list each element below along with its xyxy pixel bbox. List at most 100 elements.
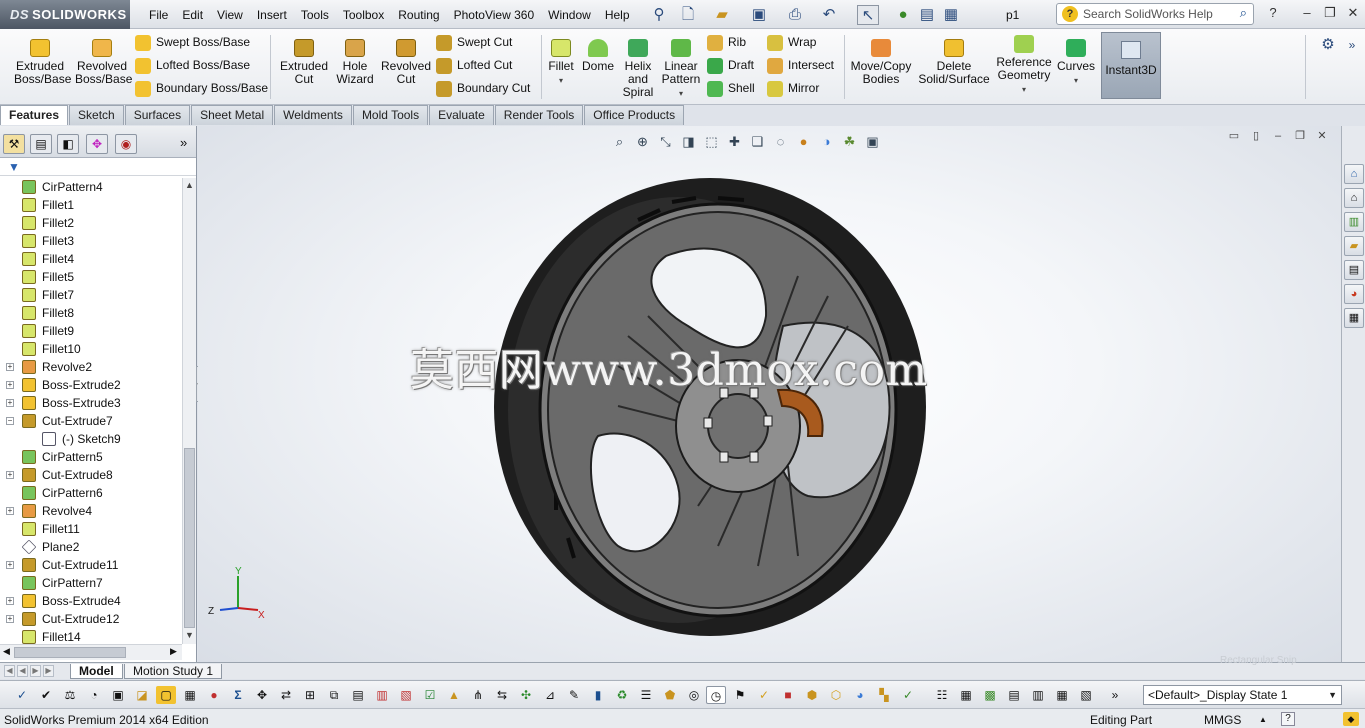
tree-item[interactable]: + Cut-Extrude12 (0, 610, 182, 628)
tab-features[interactable]: Features (0, 105, 69, 125)
geometry-analysis-icon[interactable]: ✣ (516, 686, 536, 704)
chevron-down-icon[interactable]: ▼ (1328, 686, 1337, 704)
propertymanager-tab-icon[interactable]: ▤ (30, 134, 52, 154)
undo-icon[interactable]: ↶ (820, 5, 838, 25)
more-tabs-icon[interactable]: » (180, 135, 187, 150)
edit-color-icon[interactable]: ■ (778, 686, 798, 704)
design-check-icon[interactable]: ☰ (636, 686, 656, 704)
tree-item[interactable]: + Boss-Extrude4 (0, 592, 182, 610)
feature-works-icon[interactable]: ● (204, 686, 224, 704)
tree-item[interactable]: + Revolve4 (0, 502, 182, 520)
expand-icon[interactable]: + (6, 471, 14, 479)
rebuild-icon[interactable]: ● (896, 5, 910, 25)
pattern-dropdown-icon[interactable]: ▾ (679, 89, 683, 98)
tree-item[interactable]: − Cut-Extrude7 (0, 412, 182, 430)
mirror-button[interactable]: Mirror (767, 78, 819, 98)
interference-icon[interactable]: ✥ (252, 686, 272, 704)
help-icon[interactable]: ? (1264, 5, 1282, 23)
move-copy-bodies-button[interactable]: Move/Copy Bodies (850, 39, 912, 86)
revision-table-icon[interactable]: ▤ (1004, 686, 1024, 704)
view-palette-icon[interactable]: ▤ (1344, 260, 1364, 280)
photoview-icon[interactable]: ⬡ (826, 686, 846, 704)
tab-office-products[interactable]: Office Products (584, 105, 685, 125)
menu-window[interactable]: Window (541, 0, 598, 29)
scroll-down-icon[interactable]: ▼ (185, 630, 194, 640)
graphics-area[interactable]: ⌕ ⊕ ⤡ ◨ ⬚ ✚ ❑ ◌ ● ◑ ☘ ▣ ▭ ▯ – ❐ ✕ 莫西网www… (198, 126, 1341, 662)
measure-icon[interactable]: ⚖ (60, 686, 80, 704)
new-document-icon[interactable]: 🗋 (678, 5, 698, 25)
tag-icon[interactable]: ◆ (1343, 712, 1359, 726)
tree-item[interactable]: Fillet8 (0, 304, 182, 322)
extruded-cut-button[interactable]: Extruded Cut (278, 39, 330, 86)
weld-table-icon[interactable]: ▥ (1028, 686, 1048, 704)
section-properties-icon[interactable]: ▣ (108, 686, 128, 704)
tab-mold-tools[interactable]: Mold Tools (352, 105, 429, 125)
layout-icon[interactable]: ☷ (932, 686, 952, 704)
instant3d-button[interactable]: Instant3D (1101, 32, 1161, 99)
prev-tab-icon[interactable]: ◀ (17, 665, 28, 677)
mass-properties-icon[interactable]: ◔ (84, 686, 104, 704)
menu-photoview[interactable]: PhotoView 360 (447, 0, 542, 29)
equation-sum-icon[interactable]: Σ (228, 686, 248, 704)
tree-item[interactable]: CirPattern5 (0, 448, 182, 466)
collapse-icon[interactable]: − (6, 417, 14, 425)
configurationmanager-tab-icon[interactable]: ◧ (57, 134, 79, 154)
dimxpert-icon[interactable]: ◎ (684, 686, 704, 704)
tree-item[interactable]: Fillet4 (0, 250, 182, 268)
print-icon[interactable]: ⎙ (786, 5, 804, 25)
help-search-input[interactable]: ? Search SolidWorks Help ⌕ (1056, 3, 1254, 25)
more-commands-icon[interactable]: » (1105, 686, 1125, 704)
tree-item[interactable]: Plane2 (0, 538, 182, 556)
lofted-cut-button[interactable]: Lofted Cut (436, 55, 512, 75)
menu-tools[interactable]: Tools (294, 0, 336, 29)
reference-geometry-button[interactable]: Reference Geometry ▾ (996, 35, 1052, 96)
revolved-boss-button[interactable]: Revolved Boss/Base (75, 39, 132, 86)
tree-item[interactable]: + Boss-Extrude2 (0, 376, 182, 394)
menu-file[interactable]: File (142, 0, 175, 29)
tab-sketch[interactable]: Sketch (69, 105, 124, 125)
draft-analysis-icon[interactable]: ☑ (420, 686, 440, 704)
model-tab[interactable]: Model (70, 664, 123, 679)
materials-icon[interactable]: ⬢ (802, 686, 822, 704)
filter-icon[interactable]: ▼ (8, 160, 20, 174)
draft-button[interactable]: Draft (707, 55, 754, 75)
tree-item[interactable]: Fillet7 (0, 286, 182, 304)
check-ok-icon[interactable]: ✓ (754, 686, 774, 704)
tab-render-tools[interactable]: Render Tools (494, 105, 584, 125)
check-icon[interactable]: ✔ (36, 686, 56, 704)
first-tab-icon[interactable]: ◀ (4, 665, 15, 677)
customize-icon[interactable]: ⚙ (1318, 35, 1338, 55)
tree-item[interactable]: CirPattern6 (0, 484, 182, 502)
tree-item[interactable]: CirPattern7 (0, 574, 182, 592)
undercut-icon[interactable]: ▲ (444, 686, 464, 704)
restore-icon[interactable]: ❐ (1321, 5, 1339, 23)
boundary-boss-button[interactable]: Boundary Boss/Base (135, 78, 268, 98)
tree-horizontal-scrollbar[interactable]: ◀ ▶ (0, 644, 182, 660)
tree-filter[interactable]: ▼ (0, 158, 196, 176)
dimxpert-tab-icon[interactable]: ✥ (86, 134, 108, 154)
expand-icon[interactable]: + (6, 399, 14, 407)
wrap-button[interactable]: Wrap (767, 32, 816, 52)
file-explorer-icon[interactable]: ▰ (1344, 236, 1364, 256)
bom-icon[interactable]: ▩ (980, 686, 1000, 704)
tab-sheet-metal[interactable]: Sheet Metal (191, 105, 274, 125)
symmetry-icon[interactable]: ⇆ (492, 686, 512, 704)
tree-item[interactable]: Fillet14 (0, 628, 182, 644)
tree-item[interactable]: (-) Sketch9 (0, 430, 182, 448)
tree-item[interactable]: CirPattern4 (0, 178, 182, 196)
curves-dropdown-icon[interactable]: ▾ (1074, 76, 1078, 85)
menu-view[interactable]: View (210, 0, 250, 29)
open-folder-icon[interactable]: ▰ (713, 5, 731, 25)
thickness-icon[interactable]: ▤ (348, 686, 368, 704)
dome-button[interactable]: Dome (581, 39, 615, 73)
macro-icon[interactable]: ✓ (898, 686, 918, 704)
reference-dropdown-icon[interactable]: ▾ (1022, 85, 1026, 94)
design-library-icon[interactable]: ▥ (1344, 212, 1364, 232)
menu-edit[interactable]: Edit (175, 0, 210, 29)
next-tab-icon[interactable]: ▶ (30, 665, 41, 677)
tab-weldments[interactable]: Weldments (274, 105, 352, 125)
tree-item[interactable]: Fillet3 (0, 232, 182, 250)
save-icon[interactable]: ▣ (750, 5, 768, 25)
rebuild-time-icon[interactable]: ◷ (706, 686, 726, 704)
solidworks-resources-icon[interactable]: ⌂ (1344, 164, 1364, 184)
